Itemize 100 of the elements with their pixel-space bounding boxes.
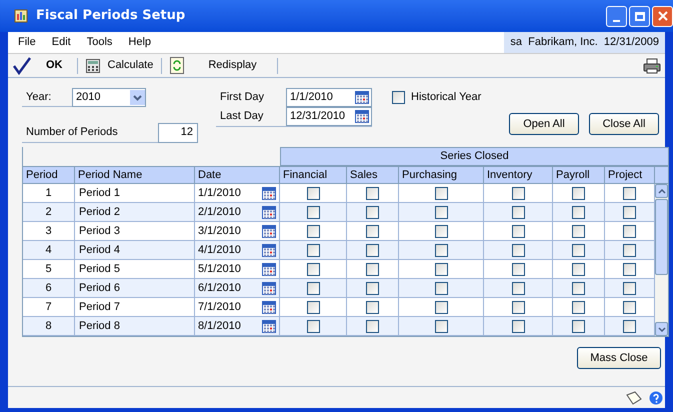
checkbox[interactable] xyxy=(512,282,524,294)
checkbox[interactable] xyxy=(623,300,636,314)
checkbox[interactable] xyxy=(512,186,524,200)
checkbox[interactable] xyxy=(366,282,379,294)
checkbox[interactable] xyxy=(366,320,379,332)
column-header[interactable]: Purchasing xyxy=(399,167,484,183)
column-header[interactable]: Financial xyxy=(280,167,347,183)
table-cell: 2 xyxy=(23,203,75,221)
column-header[interactable]: Sales xyxy=(347,167,399,183)
checkbox[interactable] xyxy=(366,262,379,276)
calendar-icon[interactable] xyxy=(262,282,276,294)
calendar-icon[interactable] xyxy=(355,110,369,123)
checkbox[interactable] xyxy=(366,206,379,218)
action-button[interactable]: Close All xyxy=(589,113,659,135)
checkbox[interactable] xyxy=(366,224,379,238)
maximize-button[interactable] xyxy=(629,6,650,26)
menu-item[interactable]: File xyxy=(8,34,44,51)
table-cell-text: 8/1/2010 xyxy=(198,318,241,334)
checkbox[interactable] xyxy=(434,186,448,200)
checkbox[interactable] xyxy=(623,244,636,256)
checkbox[interactable] xyxy=(306,300,320,314)
menu-item[interactable]: Tools xyxy=(78,34,120,51)
table-cell-text: 3/1/2010 xyxy=(198,224,241,239)
checkbox[interactable] xyxy=(512,206,524,218)
checkbox[interactable] xyxy=(434,262,448,276)
calendar-icon[interactable] xyxy=(262,300,276,314)
table-cell: Period 2 xyxy=(75,203,195,221)
checkbox[interactable] xyxy=(366,244,379,256)
checkbox[interactable] xyxy=(306,262,320,276)
column-header[interactable]: Date xyxy=(195,167,280,183)
checkbox[interactable] xyxy=(623,320,636,332)
column-header[interactable]: Payroll xyxy=(553,167,605,183)
toolbar-button[interactable]: Redisplay xyxy=(166,57,273,74)
checkbox[interactable] xyxy=(572,244,585,256)
checkbox[interactable] xyxy=(434,244,448,256)
column-header[interactable]: Period xyxy=(23,167,75,183)
checkbox[interactable] xyxy=(306,320,320,332)
checkbox[interactable] xyxy=(434,300,448,314)
calendar-icon[interactable] xyxy=(262,262,276,276)
table-cell: 1 xyxy=(23,184,75,202)
table-group-header: Series Closed xyxy=(280,147,668,166)
help-icon[interactable] xyxy=(649,390,663,404)
checkbox[interactable] xyxy=(306,282,320,294)
checkbox[interactable] xyxy=(392,91,405,104)
checkbox[interactable] xyxy=(434,282,448,294)
column-header[interactable]: Period Name xyxy=(75,167,195,183)
checkbox[interactable] xyxy=(572,186,585,200)
checkbox[interactable] xyxy=(512,262,524,276)
calendar-icon[interactable] xyxy=(262,206,276,218)
checkbox[interactable] xyxy=(623,206,636,218)
toolbar-button[interactable]: Calculate xyxy=(82,57,158,74)
close-button[interactable] xyxy=(652,6,673,26)
scroll-up-icon[interactable] xyxy=(658,188,666,194)
scroll-down-icon[interactable] xyxy=(658,326,666,332)
column-header[interactable]: Inventory xyxy=(484,167,553,183)
checkbox[interactable] xyxy=(623,262,636,276)
printer-icon[interactable] xyxy=(643,58,661,74)
checkbox[interactable] xyxy=(572,206,585,218)
checkbox[interactable] xyxy=(306,224,320,238)
checkbox[interactable] xyxy=(572,224,585,238)
checkbox[interactable] xyxy=(512,224,524,238)
checkbox[interactable] xyxy=(572,300,585,314)
checkbox[interactable] xyxy=(623,224,636,238)
scrollbar[interactable] xyxy=(655,184,668,336)
calendar-icon[interactable] xyxy=(262,186,276,200)
checkbox[interactable] xyxy=(434,224,448,238)
checkbox[interactable] xyxy=(572,320,585,332)
checkbox[interactable] xyxy=(306,206,320,218)
window-title: Fiscal Periods Setup xyxy=(36,7,186,26)
checkbox[interactable] xyxy=(572,282,585,294)
refresh-icon xyxy=(170,57,184,74)
table-cell: 6 xyxy=(23,279,75,297)
checkbox[interactable] xyxy=(512,320,524,332)
checkbox[interactable] xyxy=(366,300,379,314)
checkbox[interactable] xyxy=(623,186,636,200)
column-header[interactable]: Project xyxy=(605,167,655,183)
checkbox[interactable] xyxy=(512,300,524,314)
checkbox[interactable] xyxy=(366,186,379,200)
date-field[interactable]: 12/31/2010 xyxy=(286,107,372,126)
toolbar-button[interactable]: OK xyxy=(8,56,72,74)
checkbox[interactable] xyxy=(623,282,636,294)
checkbox[interactable] xyxy=(306,186,320,200)
menu-item[interactable]: Help xyxy=(120,34,160,51)
checkbox[interactable] xyxy=(434,320,448,332)
calendar-icon[interactable] xyxy=(262,224,276,238)
date-field[interactable]: 1/1/2010 xyxy=(286,88,372,107)
note-icon[interactable] xyxy=(625,390,643,404)
action-button[interactable]: Open All xyxy=(509,113,579,135)
checkbox[interactable] xyxy=(434,206,448,218)
calendar-icon[interactable] xyxy=(262,320,276,332)
checkbox[interactable] xyxy=(306,244,320,256)
menu-item[interactable]: Edit xyxy=(44,34,79,51)
checkbox[interactable] xyxy=(572,262,585,276)
minimize-button[interactable] xyxy=(606,6,627,26)
year-dropdown[interactable]: 2010 xyxy=(72,88,146,106)
number-of-periods-field[interactable]: 12 xyxy=(158,122,198,142)
calendar-icon[interactable] xyxy=(262,244,276,256)
mass-close-button[interactable]: Mass Close xyxy=(577,347,661,369)
calendar-icon[interactable] xyxy=(355,91,369,104)
checkbox[interactable] xyxy=(512,244,524,256)
